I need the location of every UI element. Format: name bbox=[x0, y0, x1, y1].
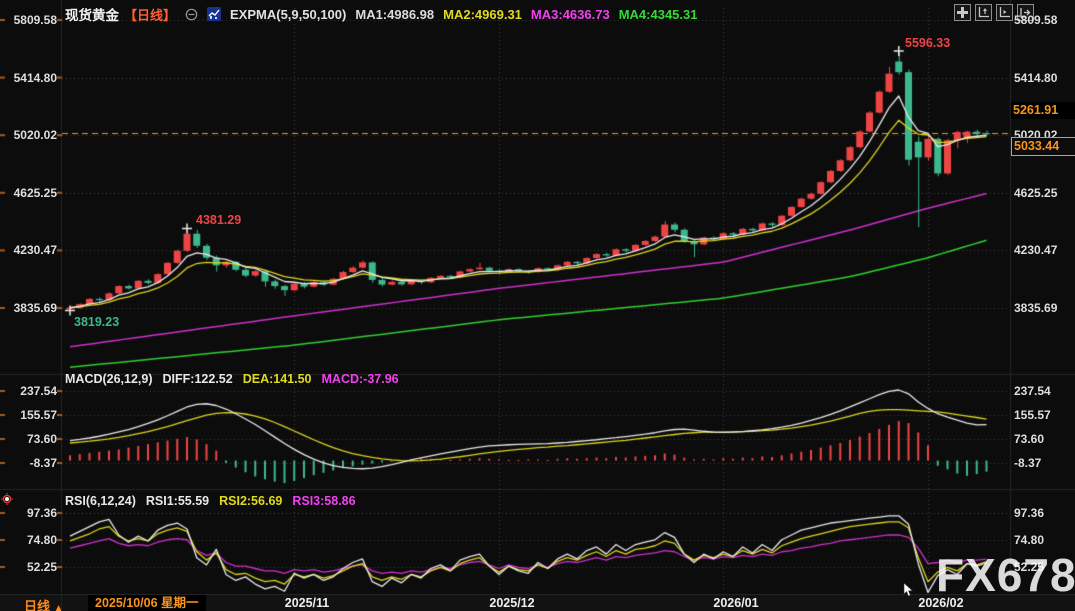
month-label: 2026/01 bbox=[713, 596, 758, 610]
trading-app-window: 现货黄金 【日线】 EXPMA(5,9,50,100) MA1:4986.98 … bbox=[0, 0, 1075, 611]
macd-title: MACD(26,12,9) bbox=[65, 372, 153, 386]
chart-canvas[interactable] bbox=[0, 0, 1075, 611]
rsi-header: RSI(6,12,24) RSI1:55.59 RSI2:56.69 RSI3:… bbox=[65, 494, 356, 508]
watermark: FX678 bbox=[936, 548, 1075, 602]
rsi1-value: RSI1:55.59 bbox=[146, 494, 209, 508]
macd-header: MACD(26,12,9) DIFF:122.52 DEA:141.50 MAC… bbox=[65, 372, 399, 386]
export-chart-icon[interactable] bbox=[1017, 4, 1034, 21]
bottombar-divider bbox=[61, 595, 62, 611]
annotation-oct-low: 3819.23 bbox=[74, 315, 119, 329]
axis-scale-up-icon[interactable] bbox=[975, 4, 992, 21]
indicator-label: EXPMA(5,9,50,100) bbox=[230, 7, 346, 22]
rsi3-value: RSI3:58.86 bbox=[292, 494, 355, 508]
chart-header: 现货黄金 【日线】 EXPMA(5,9,50,100) MA1:4986.98 … bbox=[65, 4, 697, 24]
price-tag-current: 5033.44 bbox=[1011, 137, 1075, 156]
period-arrow-icon: ▲ bbox=[54, 603, 64, 611]
rsi2-value: RSI2:56.69 bbox=[219, 494, 282, 508]
rsi-title: RSI(6,12,24) bbox=[65, 494, 136, 508]
kline-mini-icon[interactable] bbox=[207, 7, 221, 21]
macd-hist-value: MACD:-37.96 bbox=[322, 372, 399, 386]
highlighted-date: 2025/10/06 星期一 bbox=[88, 595, 206, 611]
live-indicator-icon bbox=[1, 492, 13, 510]
period-label: 日线 bbox=[24, 599, 50, 611]
price-tag-secondary: 5261.91 bbox=[1011, 102, 1075, 119]
pan-crosshair-icon[interactable] bbox=[954, 4, 971, 21]
chart-settings-icon[interactable] bbox=[185, 8, 198, 21]
month-label: 2025/11 bbox=[285, 596, 330, 610]
macd-diff-value: DIFF:122.52 bbox=[163, 372, 233, 386]
macd-dea-value: DEA:141.50 bbox=[243, 372, 312, 386]
ma4-value: MA4:4345.31 bbox=[619, 7, 698, 22]
ma1-value: MA1:4986.98 bbox=[355, 7, 434, 22]
axis-scale-right-icon[interactable] bbox=[996, 4, 1013, 21]
period-selector[interactable]: 日线 ▲ bbox=[24, 596, 64, 611]
ma3-value: MA3:4636.73 bbox=[531, 7, 610, 22]
ma2-value: MA2:4969.31 bbox=[443, 7, 522, 22]
chart-toolbar bbox=[950, 4, 1034, 21]
period-tag: 【日线】 bbox=[124, 5, 176, 24]
annotation-peak-high: 5596.33 bbox=[905, 36, 950, 50]
month-label: 2025/12 bbox=[489, 596, 534, 610]
annotation-oct-high: 4381.29 bbox=[196, 213, 241, 227]
mouse-cursor-icon bbox=[903, 583, 914, 602]
symbol-name: 现货黄金 bbox=[65, 4, 119, 24]
